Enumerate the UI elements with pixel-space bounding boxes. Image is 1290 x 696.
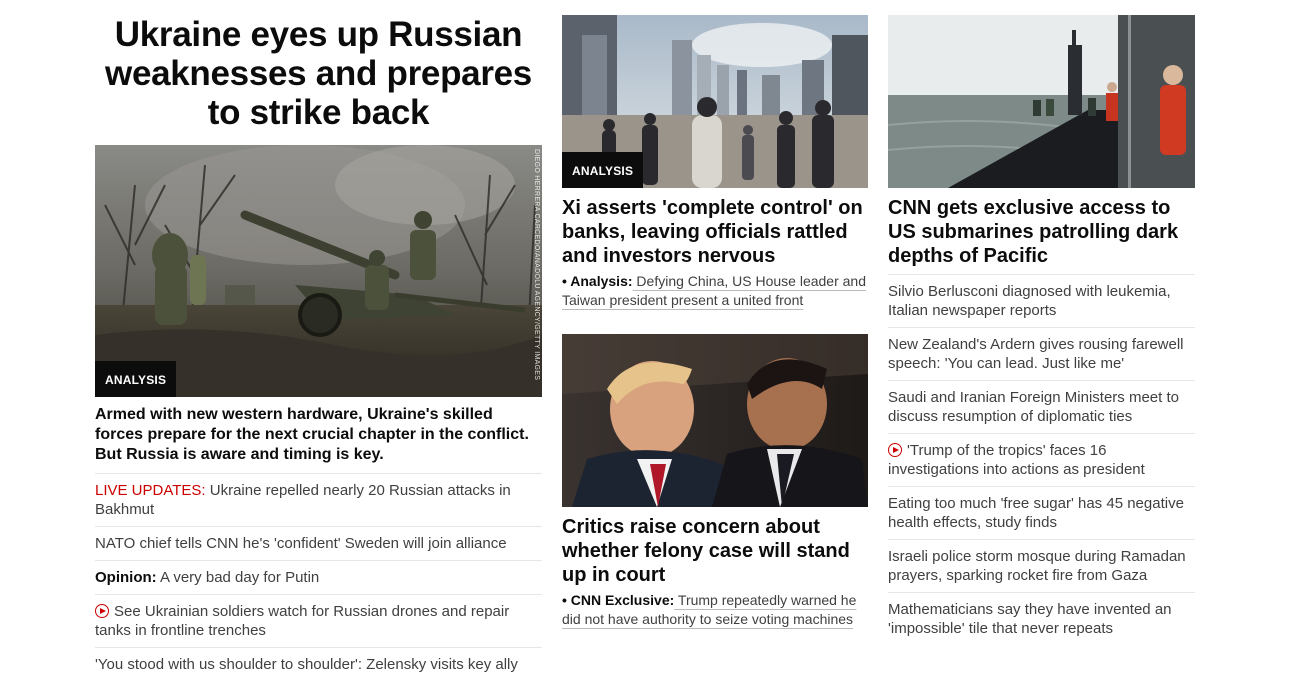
list-item[interactable]: Opinion: A very bad day for Putin [95, 561, 542, 595]
list-item[interactable]: Mathematicians say they have invented an… [888, 593, 1195, 645]
right-column: CNN gets exclusive access to US submarin… [888, 0, 1195, 645]
list-item-text: 'You stood with us shoulder to shoulder'… [95, 656, 518, 673]
submarine-story-photo[interactable] [888, 15, 1195, 188]
list-item-text: New Zealand's Ardern gives rousing farew… [888, 336, 1184, 372]
courtroom-image [562, 334, 868, 507]
list-item[interactable]: Israeli police storm mosque during Ramad… [888, 540, 1195, 593]
list-item-text: See Ukrainian soldiers watch for Russian… [95, 603, 510, 639]
list-item[interactable]: NATO chief tells CNN he's 'confident' Sw… [95, 527, 542, 561]
list-item-text: NATO chief tells CNN he's 'confident' Sw… [95, 535, 507, 552]
lead-deck[interactable]: Armed with new western hardware, Ukraine… [95, 405, 542, 474]
list-item[interactable]: 'Trump of the tropics' faces 16 investig… [888, 434, 1195, 487]
list-item[interactable]: Silvio Berlusconi diagnosed with leukemi… [888, 275, 1195, 328]
list-item-text: Silvio Berlusconi diagnosed with leukemi… [888, 283, 1171, 319]
list-item-text: 'Trump of the tropics' faces 16 investig… [888, 442, 1145, 478]
list-item-text: Eating too much 'free sugar' has 45 nega… [888, 495, 1184, 531]
list-item[interactable]: LIVE UPDATES: Ukraine repelled nearly 20… [95, 474, 542, 527]
analysis-label: • Analysis: [562, 273, 633, 289]
related-links-list: LIVE UPDATES: Ukraine repelled nearly 20… [95, 474, 542, 681]
trump-story-photo[interactable] [562, 334, 868, 507]
submarine-headline[interactable]: CNN gets exclusive access to US submarin… [888, 196, 1195, 275]
middle-column: ANALYSIS Xi asserts 'complete control' o… [562, 0, 868, 629]
live-updates-label: LIVE UPDATES: [95, 482, 206, 499]
list-item-text: Mathematicians say they have invented an… [888, 601, 1172, 637]
artillery-scene-image [95, 145, 542, 397]
analysis-badge: ANALYSIS [562, 152, 644, 188]
trump-related-link[interactable]: • CNN Exclusive: Trump repeatedly warned… [562, 591, 868, 629]
photo-credit: DIEGO HERRERA CARCEDO/ANADOLU AGENCY/GET… [533, 149, 540, 381]
lead-story-column: Ukraine eyes up Russian weaknesses and p… [95, 0, 542, 681]
top-stories-list: Silvio Berlusconi diagnosed with leukemi… [888, 275, 1195, 645]
list-item-text: Saudi and Iranian Foreign Ministers meet… [888, 389, 1179, 425]
analysis-badge: ANALYSIS [95, 361, 177, 397]
list-item[interactable]: 'You stood with us shoulder to shoulder'… [95, 648, 542, 681]
play-video-icon [95, 604, 109, 618]
xi-headline[interactable]: Xi asserts 'complete control' on banks, … [562, 196, 868, 268]
list-item[interactable]: Eating too much 'free sugar' has 45 nega… [888, 487, 1195, 540]
xi-related-link[interactable]: • Analysis: Defying China, US House lead… [562, 272, 868, 310]
xi-story-photo[interactable]: ANALYSIS [562, 15, 868, 188]
list-item[interactable]: Saudi and Iranian Foreign Ministers meet… [888, 381, 1195, 434]
lead-headline[interactable]: Ukraine eyes up Russian weaknesses and p… [95, 15, 542, 132]
trump-headline[interactable]: Critics raise concern about whether felo… [562, 515, 868, 587]
list-item-text: Israeli police storm mosque during Ramad… [888, 548, 1186, 584]
list-item[interactable]: See Ukrainian soldiers watch for Russian… [95, 595, 542, 648]
list-item[interactable]: New Zealand's Ardern gives rousing farew… [888, 328, 1195, 381]
exclusive-label: • CNN Exclusive: [562, 592, 675, 608]
lead-photo[interactable]: ANALYSIS DIEGO HERRERA CARCEDO/ANADOLU A… [95, 145, 542, 397]
play-video-icon [888, 443, 902, 457]
list-item-text: A very bad day for Putin [156, 569, 320, 586]
submarine-image [888, 15, 1195, 188]
opinion-label: Opinion: [95, 569, 157, 586]
